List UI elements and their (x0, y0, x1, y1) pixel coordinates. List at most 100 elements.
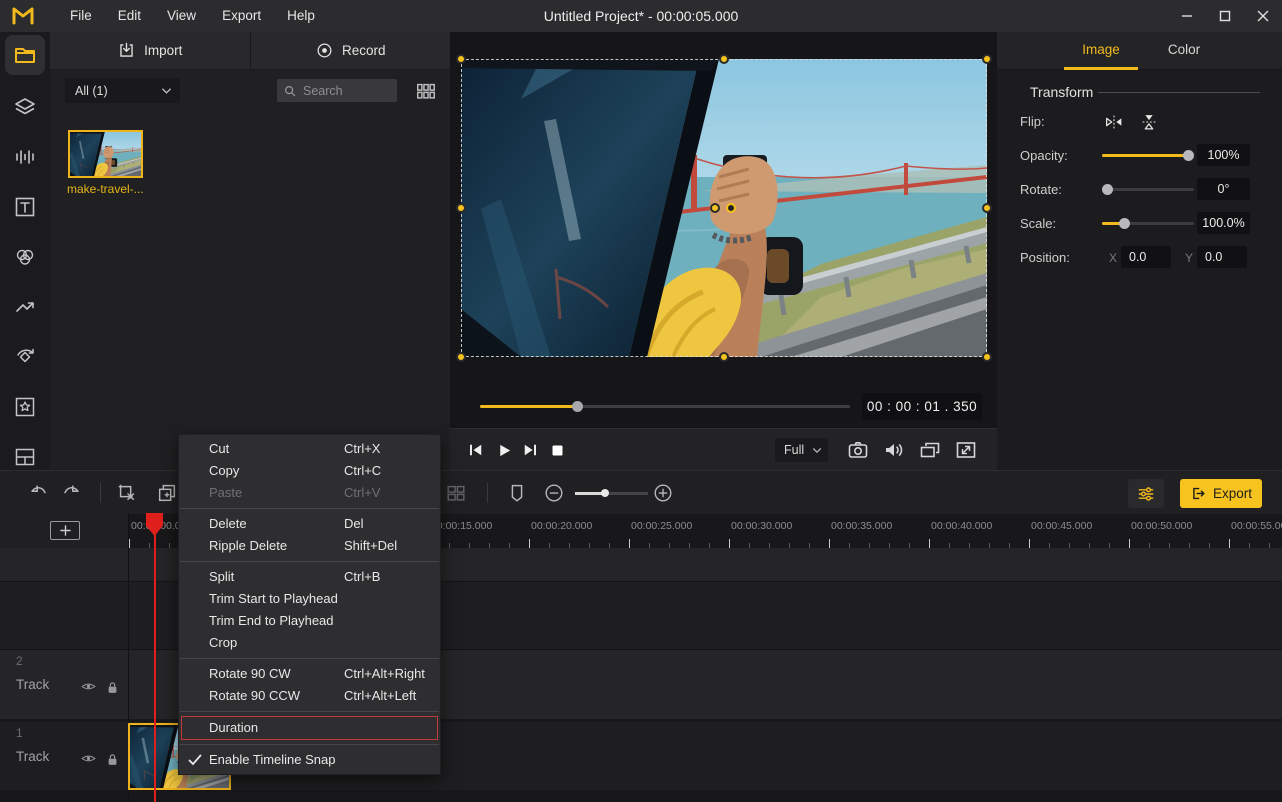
sidebar-rail (0, 32, 50, 470)
preview-stage[interactable] (456, 54, 992, 362)
toolbar-divider (487, 483, 488, 503)
tab-record[interactable]: Record (249, 32, 451, 69)
filters-icon[interactable] (13, 245, 37, 269)
close-button[interactable] (1244, 0, 1282, 32)
maximize-button[interactable] (1206, 0, 1244, 32)
ruler-tick (969, 543, 970, 548)
next-frame-button[interactable] (518, 438, 542, 462)
tab-image[interactable]: Image (1066, 32, 1136, 68)
resize-handle-top-right[interactable] (982, 54, 992, 64)
ruler-label: 00:00:55.000 (1231, 520, 1282, 532)
minimize-button[interactable] (1168, 0, 1206, 32)
zoom-in-icon[interactable] (652, 482, 674, 504)
resize-handle-bottom-center[interactable] (719, 352, 729, 362)
rotate-handle[interactable] (726, 203, 736, 213)
zoom-out-icon[interactable] (543, 482, 565, 504)
resize-handle-right[interactable] (982, 203, 992, 213)
menu-export[interactable]: Export (209, 0, 274, 32)
track-layout-icon[interactable] (445, 482, 467, 504)
context-menu-item-cut[interactable]: Cut Ctrl+X (179, 438, 440, 460)
ruler-label: 00:00:25.000 (631, 520, 693, 532)
grid-view-icon[interactable] (414, 80, 438, 102)
menu-edit[interactable]: Edit (105, 0, 154, 32)
media-item-thumbnail[interactable] (68, 130, 143, 178)
context-menu-item-crop[interactable]: Crop (179, 632, 440, 654)
dual-screen-icon[interactable] (918, 438, 942, 462)
resize-handle-left[interactable] (456, 203, 466, 213)
copy-icon[interactable] (156, 482, 178, 504)
seek-knob[interactable] (572, 401, 583, 412)
context-menu-item-ripple-delete[interactable]: Ripple Delete Shift+Del (179, 535, 440, 557)
ruler-tick (169, 543, 170, 548)
tab-import[interactable]: Import (50, 32, 250, 69)
ruler-tick (669, 543, 670, 548)
redo-icon[interactable] (60, 482, 82, 504)
position-y-input[interactable] (1197, 246, 1247, 268)
volume-icon[interactable] (882, 438, 906, 462)
playhead-line[interactable] (154, 514, 156, 802)
audio-icon[interactable] (13, 145, 37, 169)
flip-vertical-icon[interactable] (1138, 111, 1160, 133)
context-menu-item-split[interactable]: Split Ctrl+B (179, 566, 440, 588)
tab-color[interactable]: Color (1149, 32, 1219, 68)
rotate-slider[interactable] (1102, 183, 1194, 195)
motion-icon[interactable] (13, 345, 37, 369)
context-menu-item-copy[interactable]: Copy Ctrl+C (179, 460, 440, 482)
media-library-icon[interactable] (13, 43, 37, 67)
render-settings-button[interactable] (1128, 479, 1164, 508)
context-menu-item-duration[interactable]: Duration (181, 716, 438, 740)
flip-horizontal-icon[interactable] (1103, 111, 1125, 133)
context-menu-item-delete[interactable]: Delete Del (179, 513, 440, 535)
opacity-slider[interactable] (1102, 149, 1194, 161)
context-menu-item-rotate-90-ccw[interactable]: Rotate 90 CCW Ctrl+Alt+Left (179, 685, 440, 707)
crop-cut-icon[interactable] (116, 482, 138, 504)
resize-handle-bottom-left[interactable] (456, 352, 466, 362)
scale-slider[interactable] (1102, 217, 1194, 229)
search-input[interactable] (303, 83, 389, 98)
transitions-icon[interactable] (13, 295, 37, 319)
play-button[interactable] (492, 438, 516, 462)
ruler-label: 00:00:40.000 (931, 520, 993, 532)
seek-slider[interactable] (480, 400, 850, 412)
preview-zoom-dropdown[interactable]: Full (775, 438, 828, 462)
search-box[interactable] (277, 79, 397, 102)
timeline-zoom-slider[interactable] (575, 487, 648, 499)
split-screen-icon[interactable] (13, 445, 37, 469)
fullscreen-icon[interactable] (954, 438, 978, 462)
context-menu-item-rotate-90-cw[interactable]: Rotate 90 CW Ctrl+Alt+Right (179, 663, 440, 685)
text-icon[interactable] (13, 195, 37, 219)
ruler-tick (529, 539, 530, 548)
menu-help[interactable]: Help (274, 0, 328, 32)
ruler-tick (1209, 543, 1210, 548)
layers-icon[interactable] (13, 95, 37, 119)
stop-button[interactable] (545, 438, 569, 462)
center-anchor-handle[interactable] (710, 203, 720, 213)
position-x-input[interactable] (1121, 246, 1171, 268)
context-menu-item-enable-timeline-snap[interactable]: Enable Timeline Snap (179, 749, 440, 771)
media-filter-dropdown[interactable]: All (1) (65, 78, 180, 103)
resize-handle-bottom-right[interactable] (982, 352, 992, 362)
undo-icon[interactable] (28, 482, 50, 504)
ruler-tick (1069, 543, 1070, 548)
properties-panel: Image Color Transform Flip: Opacity: 100… (997, 32, 1282, 470)
timeline-zoom-knob[interactable] (601, 489, 609, 497)
snapshot-icon[interactable] (846, 438, 870, 462)
context-menu-item-trim-start-to-playhead[interactable]: Trim Start to Playhead (179, 588, 440, 610)
menu-view[interactable]: View (154, 0, 209, 32)
effects-icon[interactable] (13, 395, 37, 419)
previous-frame-button[interactable] (464, 438, 488, 462)
ruler-tick (569, 543, 570, 548)
track-2-lock-icon[interactable] (104, 679, 121, 696)
resize-handle-top-center[interactable] (719, 54, 729, 64)
marker-icon[interactable] (506, 482, 528, 504)
resize-handle-top-left[interactable] (456, 54, 466, 64)
menu-file[interactable]: File (57, 0, 105, 32)
add-track-button[interactable] (50, 521, 80, 540)
ruler-tick (829, 539, 830, 548)
track-2-visibility-icon[interactable] (80, 678, 97, 695)
checkmark-icon (188, 754, 202, 766)
export-button[interactable]: Export (1180, 479, 1262, 508)
track-1-visibility-icon[interactable] (80, 750, 97, 767)
track-1-lock-icon[interactable] (104, 751, 121, 768)
context-menu-item-trim-end-to-playhead[interactable]: Trim End to Playhead (179, 610, 440, 632)
